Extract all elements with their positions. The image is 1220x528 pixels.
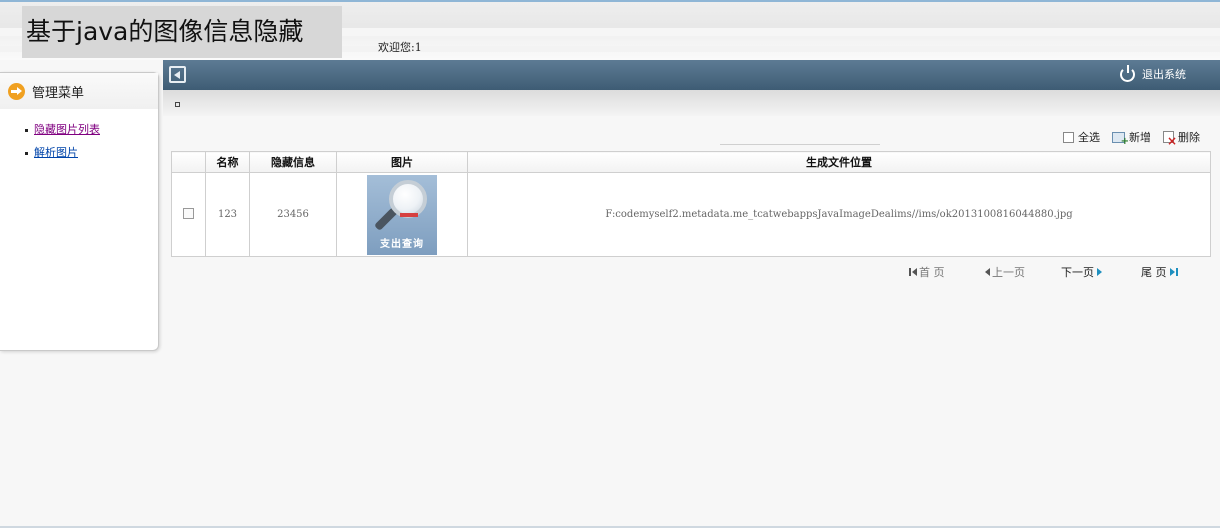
prev-page-button[interactable]: 上一页 [985,264,1061,280]
delete-label: 删除 [1178,131,1200,144]
sidebar-item-parse-image: 解析图片 [24,142,158,165]
prev-page-icon [985,268,990,276]
delete-button[interactable]: 删除 [1163,129,1200,147]
app-title: 基于java的图像信息隐藏 [22,6,342,58]
cell-image: 支出查询 [336,172,468,257]
data-table: 名称 隐藏信息 图片 生成文件位置 123 23456 支出查询 F:codem… [171,151,1211,257]
welcome-text: 欢迎您:1 [378,41,422,54]
toolbar: 全选 新增 删除 [1063,129,1200,147]
column-header-select [171,151,206,173]
divider [720,144,880,145]
prev-page-label: 上一页 [992,266,1025,279]
row-checkbox[interactable] [183,207,194,219]
last-page-icon [1169,268,1175,276]
row-select-cell [171,172,206,257]
arrow-right-icon [8,82,25,100]
next-page-label: 下一页 [1061,266,1094,279]
table-row: 123 23456 支出查询 F:codemyself2.metadata.me… [171,172,1211,257]
first-page-icon [912,268,917,276]
page: 基于java的图像信息隐藏 欢迎您:1 管理菜单 隐藏图片列表 解析图片 退出系… [0,0,1220,528]
image-thumbnail[interactable]: 支出查询 [367,174,437,255]
sidebar-link-parse-image[interactable]: 解析图片 [34,146,78,159]
select-all-button[interactable]: 全选 [1063,129,1100,145]
sidebar-link-hidden-image-list[interactable]: 隐藏图片列表 [34,123,100,136]
sidebar: 管理菜单 隐藏图片列表 解析图片 [0,72,159,351]
next-page-button[interactable]: 下一页 [1061,264,1141,280]
power-icon [1120,64,1135,82]
first-page-icon [909,268,911,276]
first-page-button[interactable]: 首 页 [909,264,985,280]
cell-file-path: F:codemyself2.metadata.me_tcatwebappsJav… [467,172,1211,257]
logout-button[interactable]: 退出系统 [1120,64,1186,82]
add-label: 新增 [1129,131,1151,144]
last-page-label: 尾 页 [1141,266,1167,279]
delete-icon [1163,131,1177,147]
checkbox-icon [1063,131,1074,143]
cell-name: 123 [205,172,250,257]
column-header-image: 图片 [336,151,468,173]
sidebar-title: 管理菜单 [32,85,85,101]
square-bullet-icon [175,102,180,107]
collapse-sidebar-icon[interactable] [169,66,186,83]
select-all-label: 全选 [1078,131,1100,144]
minus-icon [400,212,418,217]
last-page-button[interactable]: 尾 页 [1141,264,1178,280]
next-page-icon [1097,268,1102,276]
main-topbar: 退出系统 [163,60,1220,90]
last-page-icon [1175,268,1178,276]
first-page-label: 首 页 [919,266,945,279]
cell-hidden-info: 23456 [249,172,337,257]
sidebar-item-hidden-image-list: 隐藏图片列表 [24,119,158,142]
sidebar-menu: 隐藏图片列表 解析图片 [0,109,158,165]
add-button[interactable]: 新增 [1112,129,1151,147]
logout-label: 退出系统 [1142,68,1186,81]
pagination: 首 页 上一页 下一页 尾 页 [909,264,1178,280]
table-header-row: 名称 隐藏信息 图片 生成文件位置 [171,151,1211,173]
sidebar-header: 管理菜单 [0,73,158,109]
thumbnail-caption: 支出查询 [380,238,424,250]
column-header-name: 名称 [205,151,250,173]
sub-bar [163,90,1220,116]
add-icon [1112,131,1129,147]
column-header-hidden-info: 隐藏信息 [249,151,337,173]
column-header-file-path: 生成文件位置 [467,151,1211,173]
